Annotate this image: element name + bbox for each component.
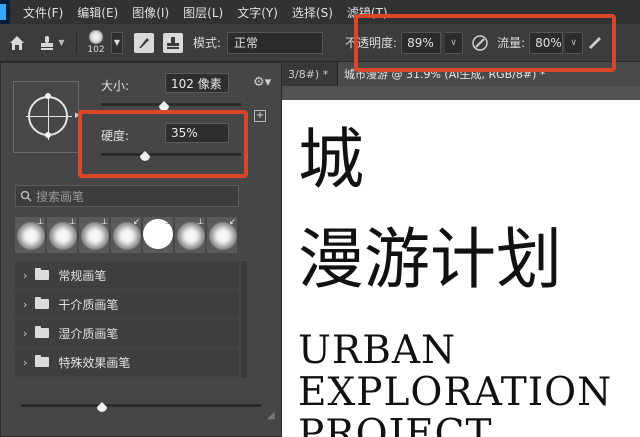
brush-tip-6[interactable]: ⊥ <box>175 217 205 253</box>
brush-tip-1[interactable]: ⊥ <box>15 217 45 253</box>
stamp-tool-icon <box>41 35 54 50</box>
menu-layer[interactable]: 图层(L) <box>176 4 230 21</box>
gear-icon[interactable]: ⚙▾ <box>253 75 271 90</box>
highlight-opacity-flow <box>354 14 616 72</box>
pen-pressure-icon: ↙ <box>229 217 236 226</box>
canvas-text-line-5: PROJECT <box>298 412 493 437</box>
brush-tip-5-selected[interactable]: ⊥ <box>143 217 173 253</box>
pressure-icon: ⊥ <box>69 217 76 226</box>
brush-group-dry-media[interactable]: › 干介质画笔 <box>15 290 239 319</box>
menu-image[interactable]: 图像(I) <box>125 4 176 21</box>
menu-select[interactable]: 选择(S) <box>285 4 340 21</box>
photoshop-window: 文件(F) 编辑(E) 图像(I) 图层(L) 文字(Y) 选择(S) 滤镜(T… <box>0 0 640 437</box>
brush-tip-icon <box>89 30 103 44</box>
brush-list-scrollbar[interactable] <box>241 261 247 378</box>
search-icon <box>20 190 32 202</box>
home-button[interactable] <box>0 24 34 62</box>
tool-preset-picker[interactable]: ▼ <box>34 24 70 62</box>
canvas-text-line-1: 城 <box>298 121 364 198</box>
brush-tip-4[interactable]: ↙ <box>111 217 141 253</box>
group-label: 湿介质画笔 <box>58 326 119 341</box>
chevron-right-icon: › <box>23 268 28 282</box>
tab-label: 3/8#) * <box>288 67 329 81</box>
highlight-hardness <box>78 110 248 178</box>
canvas-text-line-3: URBAN <box>298 328 457 373</box>
canvas-text-line-4: EXPLORATION <box>298 370 613 415</box>
toggle-clone-source-button[interactable] <box>159 24 187 62</box>
chevron-right-icon: › <box>23 297 28 311</box>
size-value: 102 像素 <box>171 76 222 91</box>
home-icon <box>10 35 24 50</box>
search-placeholder: 搜索画笔 <box>36 189 85 204</box>
thumbnail-size-slider-track[interactable] <box>21 404 261 407</box>
blend-mode-value: 正常 <box>234 36 259 50</box>
brush-tip-7[interactable]: ↙ <box>207 217 237 253</box>
pen-icon <box>139 37 149 48</box>
group-label: 常规画笔 <box>58 268 107 283</box>
pen-pressure-icon: ↙ <box>133 217 140 226</box>
pressure-icon: ⊥ <box>165 217 172 226</box>
brush-angle-ring <box>26 94 72 140</box>
chevron-down-icon: ▼ <box>58 38 65 47</box>
brush-tip-3[interactable]: ⊥ <box>79 217 109 253</box>
divider <box>76 31 77 54</box>
angle-handle[interactable] <box>45 132 51 138</box>
folder-icon <box>35 297 50 309</box>
pressure-icon: ⊥ <box>101 217 108 226</box>
brush-angle-preview[interactable] <box>13 81 79 153</box>
stamp-icon <box>167 36 179 49</box>
brush-search-input[interactable]: 搜索画笔 <box>15 185 239 207</box>
folder-icon <box>35 355 50 367</box>
resize-grip-icon[interactable]: ◢ <box>267 410 275 421</box>
brush-group-special-effects[interactable]: › 特殊效果画笔 <box>15 348 239 377</box>
brush-group-wet-media[interactable]: › 湿介质画笔 <box>15 319 239 348</box>
size-slider-track[interactable] <box>101 103 241 106</box>
canvas-text-line-2: 漫游计划 <box>298 221 562 298</box>
menu-type[interactable]: 文字(Y) <box>230 4 285 21</box>
pressure-icon: ⊥ <box>197 217 204 226</box>
brush-preset-dropdown[interactable]: ▼ <box>111 31 123 54</box>
group-label: 干介质画笔 <box>58 297 119 312</box>
clone-source-icon <box>163 32 183 53</box>
group-label: 特殊效果画笔 <box>58 355 131 370</box>
chevron-right-icon: › <box>23 326 28 340</box>
pressure-icon: ⊥ <box>37 217 44 226</box>
menu-file[interactable]: 文件(F) <box>10 4 70 21</box>
brush-group-list: › 常规画笔 › 干介质画笔 › 湿介质画笔 › 特殊效果画笔 <box>15 261 239 378</box>
blend-mode-select[interactable]: 正常 <box>227 31 324 54</box>
recent-brush-tips: ⊥ ⊥ ⊥ ↙ ⊥ ⊥ ↙ <box>15 217 241 255</box>
angle-handle[interactable] <box>45 93 51 99</box>
brush-group-general[interactable]: › 常规画笔 <box>15 261 239 290</box>
brush-preset-preview[interactable]: 102 <box>83 28 109 58</box>
ps-logo-icon <box>0 0 10 24</box>
thumbnail-size-slider-thumb[interactable] <box>97 402 108 412</box>
toggle-brush-settings-button[interactable] <box>129 24 159 62</box>
document-tab-1[interactable]: 3/8#) * <box>282 62 338 86</box>
new-preset-button[interactable]: + <box>254 110 266 122</box>
menu-edit[interactable]: 编辑(E) <box>70 4 125 21</box>
chevron-right-icon: › <box>23 355 28 369</box>
document-canvas[interactable]: 城 漫游计划 URBAN EXPLORATION PROJECT <box>266 100 640 437</box>
mode-label: 模式: <box>193 36 222 50</box>
brush-size-value: 102 <box>87 45 105 55</box>
brush-settings-icon <box>134 32 154 53</box>
folder-icon <box>35 326 50 338</box>
size-label: 大小: <box>101 79 130 93</box>
folder-icon <box>35 268 50 280</box>
brush-tip-2[interactable]: ⊥ <box>47 217 77 253</box>
chevron-down-icon: ▼ <box>113 38 121 47</box>
size-input[interactable]: 102 像素 <box>165 73 229 93</box>
